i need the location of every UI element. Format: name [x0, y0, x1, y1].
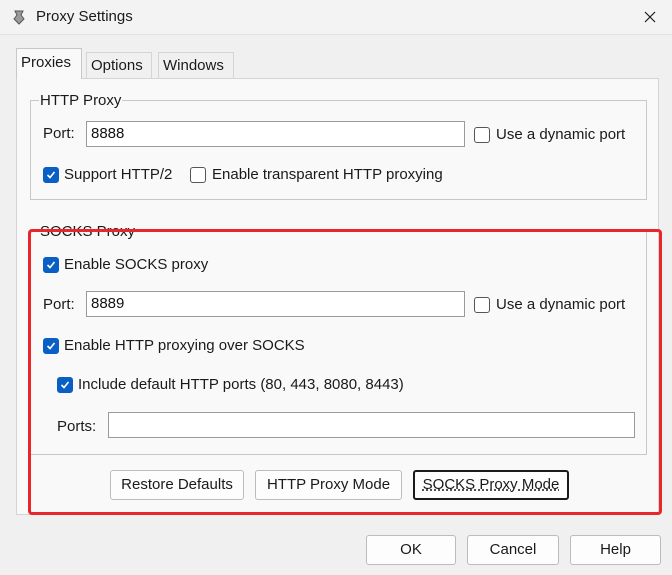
checkmark-icon: [46, 171, 56, 179]
support-http2-label: Support HTTP/2: [64, 166, 173, 183]
http-proxy-group-title: HTTP Proxy: [39, 92, 123, 110]
help-button[interactable]: Help: [570, 535, 661, 565]
ok-button[interactable]: OK: [366, 535, 456, 565]
window-title: Proxy Settings: [36, 8, 133, 25]
cancel-label: Cancel: [489, 541, 537, 558]
http-proxy-group: HTTP Proxy: [30, 92, 647, 200]
transparent-proxying-checkbox[interactable]: [190, 167, 206, 183]
enable-socks-checkbox[interactable]: [43, 257, 59, 273]
help-label: Help: [600, 541, 631, 558]
http-dynamic-port-label: Use a dynamic port: [496, 126, 626, 143]
socks-dynamic-port-label: Use a dynamic port: [496, 296, 626, 313]
include-default-ports-checkbox[interactable]: [57, 377, 73, 393]
checkmark-icon: [60, 381, 70, 389]
ports-label: Ports:: [57, 418, 97, 435]
http-port-input[interactable]: 8888: [86, 121, 465, 147]
proxy-app-icon: [12, 9, 26, 25]
ok-label: OK: [400, 541, 422, 558]
http-proxy-mode-label: HTTP Proxy Mode: [266, 476, 391, 493]
support-http2-checkbox[interactable]: [43, 167, 59, 183]
http-port-label: Port:: [43, 125, 75, 142]
title-bar: Proxy Settings: [0, 0, 672, 35]
checkmark-icon: [46, 261, 56, 269]
close-button[interactable]: [628, 0, 672, 34]
tab-windows[interactable]: Windows: [158, 52, 234, 78]
tab-options[interactable]: Options: [86, 52, 152, 78]
socks-dynamic-port-checkbox[interactable]: [474, 297, 490, 313]
ports-input[interactable]: [108, 412, 635, 438]
socks-proxy-mode-label: SOCKS Proxy Mode: [422, 476, 560, 493]
restore-defaults-label: Restore Defaults: [121, 476, 233, 493]
http-over-socks-label: Enable HTTP proxying over SOCKS: [64, 337, 305, 354]
cancel-button[interactable]: Cancel: [467, 535, 559, 565]
close-icon: [644, 11, 656, 23]
transparent-proxying-label: Enable transparent HTTP proxying: [212, 166, 443, 183]
tab-proxies[interactable]: Proxies: [16, 48, 82, 79]
restore-defaults-button[interactable]: Restore Defaults: [110, 470, 244, 500]
socks-port-label: Port:: [43, 296, 75, 313]
include-default-ports-label: Include default HTTP ports (80, 443, 808…: [78, 376, 404, 393]
socks-proxy-mode-button[interactable]: SOCKS Proxy Mode: [413, 470, 569, 500]
http-over-socks-checkbox[interactable]: [43, 338, 59, 354]
socks-port-input[interactable]: 8889: [86, 291, 465, 317]
enable-socks-label: Enable SOCKS proxy: [64, 256, 209, 273]
http-proxy-mode-button[interactable]: HTTP Proxy Mode: [255, 470, 402, 500]
checkmark-icon: [46, 342, 56, 350]
http-dynamic-port-checkbox[interactable]: [474, 127, 490, 143]
socks-proxy-group-title: SOCKS Proxy: [39, 223, 137, 241]
